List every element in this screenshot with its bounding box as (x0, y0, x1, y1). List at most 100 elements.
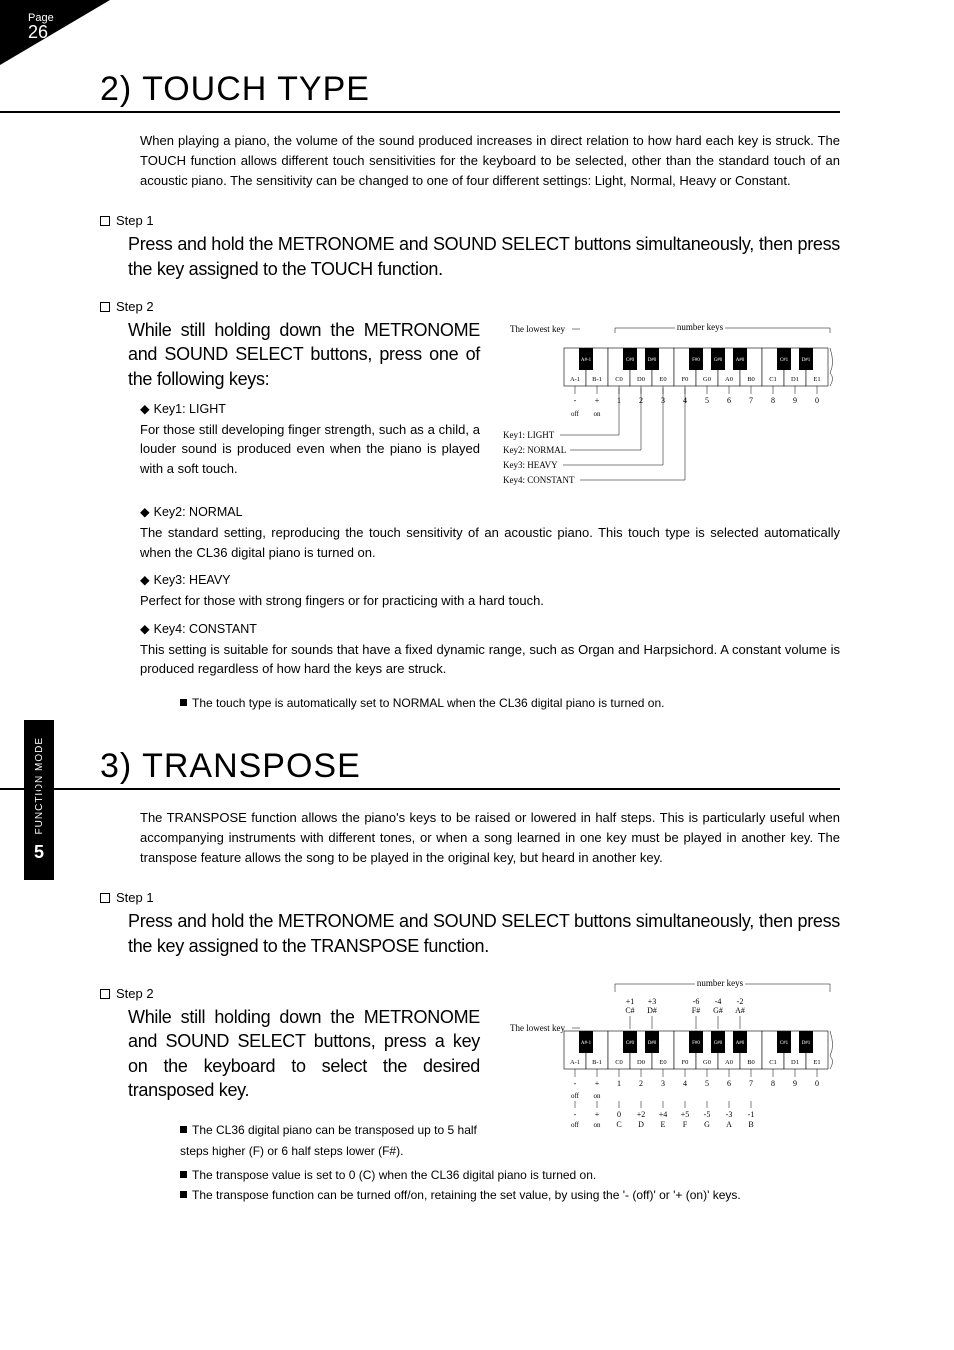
svg-text:E1: E1 (813, 1059, 820, 1066)
touch-step2-text: While still holding down the METRONOME a… (128, 318, 480, 391)
svg-text:6: 6 (727, 396, 731, 405)
svg-text:B-1: B-1 (592, 376, 602, 383)
chapter-number: 5 (34, 842, 44, 863)
svg-text:A#-1: A#-1 (581, 358, 592, 363)
svg-text:+1: +1 (626, 997, 635, 1006)
svg-text:off: off (571, 410, 580, 418)
svg-text:A#-1: A#-1 (581, 1041, 592, 1046)
svg-text:Key2: NORMAL: Key2: NORMAL (503, 445, 566, 455)
svg-text:C#0: C#0 (626, 1041, 635, 1046)
svg-text:F#0: F#0 (692, 358, 700, 363)
svg-text:C1: C1 (769, 376, 777, 383)
svg-text:D1: D1 (791, 376, 799, 383)
svg-text:0: 0 (617, 1110, 621, 1119)
svg-text:+: + (595, 1110, 600, 1119)
svg-text:C#1: C#1 (780, 358, 789, 363)
svg-text:D0: D0 (637, 376, 645, 383)
svg-text:E0: E0 (659, 376, 666, 383)
svg-text:Key1: LIGHT: Key1: LIGHT (503, 430, 555, 440)
svg-text:A#: A# (735, 1006, 745, 1015)
svg-text:The lowest key: The lowest key (510, 1023, 565, 1033)
svg-text:F#: F# (692, 1006, 700, 1015)
svg-text:D1: D1 (791, 1059, 799, 1066)
svg-text:C0: C0 (615, 1059, 623, 1066)
svg-text:B: B (748, 1120, 753, 1129)
svg-text:0: 0 (815, 396, 819, 405)
svg-text:G#0: G#0 (714, 1041, 723, 1046)
chapter-title: FUNCTION MODE (34, 737, 45, 834)
transpose-intro: The TRANSPOSE function allows the piano'… (140, 808, 840, 868)
svg-text:-3: -3 (726, 1110, 733, 1119)
svg-text:5: 5 (705, 396, 709, 405)
transpose-step2-text: While still holding down the METRONOME a… (128, 1005, 480, 1102)
svg-text:D#1: D#1 (802, 358, 811, 363)
svg-text:+4: +4 (659, 1110, 668, 1119)
svg-text:A-1: A-1 (570, 376, 580, 383)
svg-text:on: on (594, 1092, 602, 1100)
svg-text:0: 0 (815, 1079, 819, 1088)
page-content: 2) TOUCH TYPE When playing a piano, the … (100, 70, 840, 1206)
svg-text:A0: A0 (725, 376, 733, 383)
svg-text:A#0: A#0 (736, 1041, 745, 1046)
svg-text:9: 9 (793, 1079, 797, 1088)
svg-text:on: on (594, 1121, 602, 1129)
transpose-step1-text: Press and hold the METRONOME and SOUND S… (128, 909, 840, 958)
svg-text:D#1: D#1 (802, 1041, 811, 1046)
svg-text:C1: C1 (769, 1059, 777, 1066)
svg-text:F0: F0 (682, 1059, 689, 1066)
svg-text:F#0: F#0 (692, 1041, 700, 1046)
svg-text:off: off (571, 1092, 580, 1100)
transpose-step1-label: Step 1 (100, 890, 840, 905)
svg-text:Key4: CONSTANT: Key4: CONSTANT (503, 475, 575, 485)
section-heading-transpose: 3) TRANSPOSE (100, 747, 840, 790)
svg-text:5: 5 (705, 1079, 709, 1088)
svg-text:The lowest key: The lowest key (510, 324, 565, 334)
svg-text:-6: -6 (693, 997, 700, 1006)
svg-text:C#0: C#0 (626, 358, 635, 363)
svg-text:F: F (683, 1120, 688, 1129)
chapter-side-tab: FUNCTION MODE 5 (24, 720, 54, 880)
svg-text:on: on (594, 410, 602, 418)
svg-text:G0: G0 (703, 1059, 711, 1066)
svg-text:G: G (704, 1120, 710, 1129)
svg-text:C#: C# (625, 1006, 634, 1015)
svg-text:+5: +5 (681, 1110, 690, 1119)
page-number: 26 (28, 22, 110, 43)
svg-text:-1: -1 (748, 1110, 755, 1119)
transpose-step2-label: Step 2 (100, 986, 480, 1001)
touch-keyboard-diagram: The lowest key number keys A-1 B-1 C0 D0 E0 F… (500, 318, 840, 493)
svg-text:9: 9 (793, 396, 797, 405)
svg-text:+: + (595, 396, 600, 405)
section-heading-touch: 2) TOUCH TYPE (100, 70, 840, 113)
svg-text:-4: -4 (715, 997, 722, 1006)
transpose-keyboard-diagram: The lowest key number keys +1C#+3D#-6F#-… (500, 976, 840, 1146)
svg-text:A0: A0 (725, 1059, 733, 1066)
svg-text:-5: -5 (704, 1110, 711, 1119)
svg-text:7: 7 (749, 396, 753, 405)
svg-text:number keys: number keys (677, 322, 724, 332)
svg-text:-: - (574, 1079, 577, 1088)
svg-text:E: E (661, 1120, 666, 1129)
touch-step2-label: Step 2 (100, 299, 840, 314)
svg-text:2: 2 (639, 1079, 643, 1088)
svg-text:D#0: D#0 (648, 1041, 657, 1046)
svg-text:C0: C0 (615, 376, 623, 383)
svg-text:6: 6 (727, 1079, 731, 1088)
svg-text:8: 8 (771, 1079, 775, 1088)
svg-text:-2: -2 (737, 997, 744, 1006)
page-number-tab: Page 26 (0, 0, 110, 65)
svg-text:E0: E0 (659, 1059, 666, 1066)
touch-notes: The touch type is automatically set to N… (180, 693, 840, 713)
svg-text:F0: F0 (682, 376, 689, 383)
svg-text:number keys: number keys (697, 978, 744, 988)
transpose-notes-rest: The transpose value is set to 0 (C) when… (180, 1165, 840, 1206)
svg-text:1: 1 (617, 1079, 621, 1088)
svg-text:D#0: D#0 (648, 358, 657, 363)
svg-text:G#: G# (713, 1006, 723, 1015)
svg-text:A-1: A-1 (570, 1059, 580, 1066)
svg-text:+2: +2 (637, 1110, 646, 1119)
svg-text:+: + (595, 1079, 600, 1088)
svg-text:C: C (616, 1120, 621, 1129)
svg-text:A: A (726, 1120, 732, 1129)
svg-text:8: 8 (771, 396, 775, 405)
